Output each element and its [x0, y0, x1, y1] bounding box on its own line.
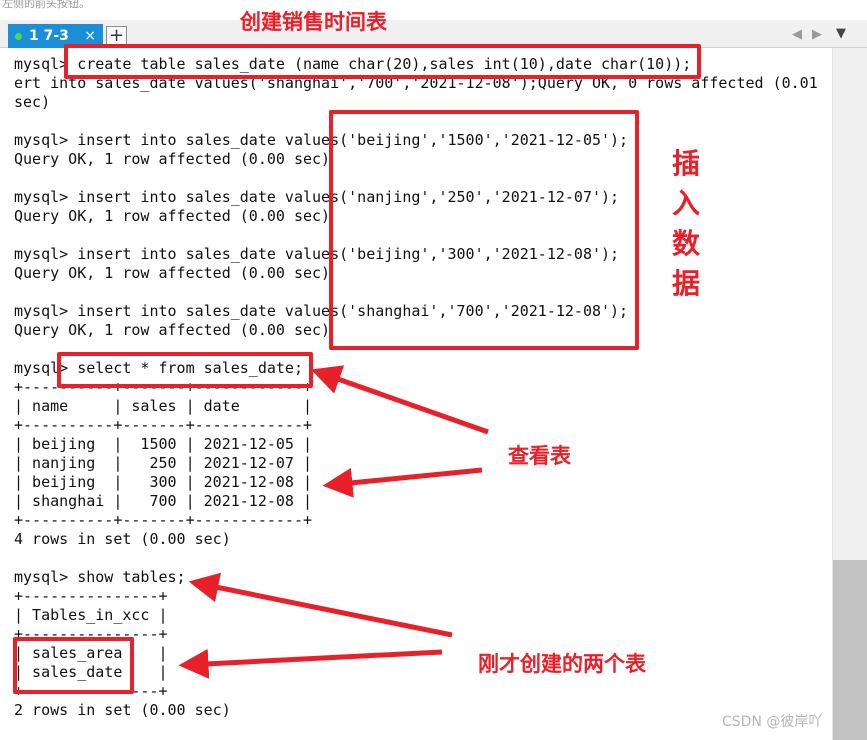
- view-table-note: 查看表: [508, 444, 571, 468]
- terminal-line: Query OK, 1 row affected (0.00 sec): [14, 207, 331, 225]
- terminal-line: | name | sales | date |: [14, 397, 313, 415]
- terminal-scrollbar[interactable]: [832, 48, 867, 740]
- terminal-line: Query OK, 1 row affected (0.00 sec): [14, 321, 331, 339]
- table-names-highlight: [13, 637, 134, 694]
- tab-label: 1 7-3: [29, 28, 69, 44]
- terminal-line: | beijing | 300 | 2021-12-08 |: [14, 473, 313, 491]
- terminal-line: +----------+-------+------------+: [14, 511, 313, 529]
- csdn-watermark: CSDN @彼岸吖: [722, 714, 823, 730]
- top-hint-text: 左侧的前头按钮。: [2, 0, 90, 10]
- scrollbar-thumb[interactable]: [833, 560, 867, 740]
- create-command-highlight: [64, 44, 701, 79]
- terminal-line: Query OK, 1 row affected (0.00 sec): [14, 150, 331, 168]
- terminal-line: 4 rows in set (0.00 sec): [14, 530, 231, 548]
- terminal-line: mysql> show tables;: [14, 568, 186, 586]
- terminal-line: +----------+-------+------------+: [14, 416, 313, 434]
- connected-status-icon: [15, 33, 22, 40]
- terminal-line: sec): [14, 93, 51, 111]
- terminal-line: +---------------+: [14, 587, 168, 605]
- scroll-tabs-right-icon[interactable]: ▶: [812, 27, 822, 42]
- insert-data-note: 插入数据: [672, 147, 701, 300]
- create-table-note: 创建销售时间表: [240, 10, 387, 34]
- select-command-highlight: [57, 352, 313, 388]
- terminal-line: | beijing | 1500 | 2021-12-05 |: [14, 435, 313, 453]
- terminal-line: | Tables_in_xcc |: [14, 606, 168, 624]
- tab-list-menu-icon[interactable]: ▼: [836, 26, 846, 41]
- terminal-line: Query OK, 1 row affected (0.00 sec): [14, 264, 331, 282]
- scroll-tabs-left-icon[interactable]: ◀: [792, 27, 802, 42]
- terminal-line: | shanghai | 700 | 2021-12-08 |: [14, 492, 313, 510]
- terminal-line: | nanjing | 250 | 2021-12-07 |: [14, 454, 313, 472]
- terminal-line: 2 rows in set (0.00 sec): [14, 701, 231, 719]
- insert-values-highlight: [329, 110, 639, 350]
- created-tables-note: 刚才创建的两个表: [478, 652, 646, 676]
